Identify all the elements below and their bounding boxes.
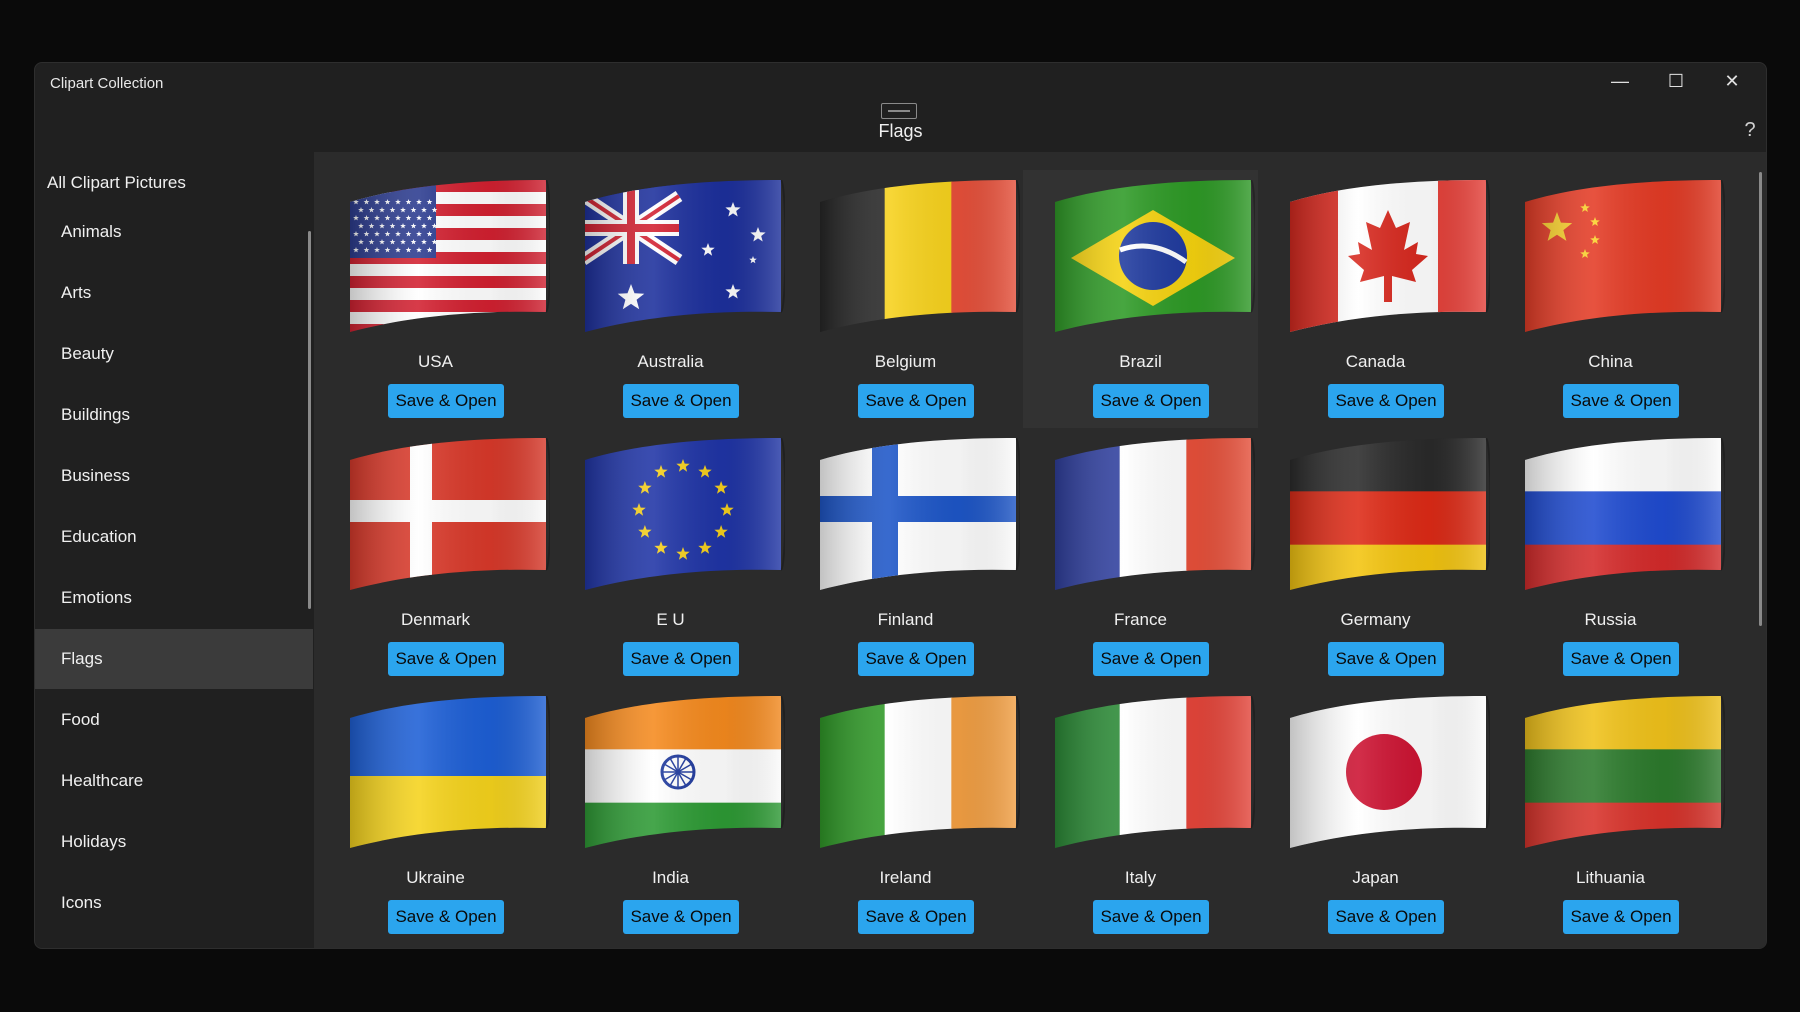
- flag-name: Russia: [1584, 610, 1637, 629]
- app-title: Clipart Collection: [50, 75, 164, 92]
- flag-name: Belgium: [874, 352, 937, 371]
- sidebar-item-education[interactable]: Education: [35, 507, 313, 567]
- japan-flag-icon[interactable]: [1288, 696, 1490, 852]
- help-button[interactable]: ?: [1740, 119, 1760, 143]
- flag-name: Germany: [1340, 610, 1411, 629]
- save-open-button[interactable]: Save & Open: [858, 642, 974, 676]
- save-open-button[interactable]: Save & Open: [1563, 384, 1679, 418]
- save-open-button[interactable]: Save & Open: [858, 384, 974, 418]
- sidebar-item-buildings[interactable]: Buildings: [35, 385, 313, 445]
- sidebar-item-emotions[interactable]: Emotions: [35, 568, 313, 628]
- save-open-button[interactable]: Save & Open: [1563, 642, 1679, 676]
- sidebar-item-animals[interactable]: Animals: [35, 202, 313, 262]
- sidebar-item-beauty[interactable]: Beauty: [35, 324, 313, 384]
- sidebar-item-holidays[interactable]: Holidays: [35, 812, 313, 872]
- russia-flag-icon[interactable]: [1523, 438, 1725, 594]
- flag-name: Brazil: [1119, 352, 1162, 371]
- flag-card[interactable]: Japan Save & Open: [1258, 686, 1493, 944]
- maximize-button[interactable]: ☐: [1648, 63, 1704, 99]
- flag-card[interactable]: Russia Save & Open: [1493, 428, 1728, 686]
- page-header: Flags ?: [35, 99, 1766, 155]
- drag-handle-icon[interactable]: [881, 103, 917, 119]
- flag-card[interactable]: Australia Save & Open: [553, 170, 788, 428]
- save-open-button[interactable]: Save & Open: [1328, 384, 1444, 418]
- sidebar-item-all-clipart[interactable]: All Clipart Pictures: [47, 173, 186, 193]
- sidebar-item-icons[interactable]: Icons: [35, 873, 313, 933]
- flag-card[interactable]: Ukraine Save & Open: [318, 686, 553, 944]
- india-flag-icon[interactable]: [583, 696, 785, 852]
- sidebar-item-business[interactable]: Business: [35, 446, 313, 506]
- sidebar-scrollbar[interactable]: [308, 231, 311, 609]
- ireland-flag-icon[interactable]: [818, 696, 1020, 852]
- flag-name: Finland: [877, 610, 934, 629]
- save-open-button[interactable]: Save & Open: [388, 900, 504, 934]
- flag-name: China: [1588, 352, 1633, 371]
- sidebar-item-food[interactable]: Food: [35, 690, 313, 750]
- save-open-button[interactable]: Save & Open: [1093, 900, 1209, 934]
- sidebar-item-flags[interactable]: Flags: [35, 629, 313, 689]
- denmark-flag-icon[interactable]: [348, 438, 550, 594]
- italy-flag-icon[interactable]: [1053, 696, 1255, 852]
- save-open-button[interactable]: Save & Open: [388, 384, 504, 418]
- ukraine-flag-icon[interactable]: [348, 696, 550, 852]
- flag-name: E U: [656, 610, 685, 629]
- flag-name: USA: [418, 352, 453, 371]
- flag-card[interactable]: Ireland Save & Open: [788, 686, 1023, 944]
- save-open-button[interactable]: Save & Open: [623, 900, 739, 934]
- save-open-button[interactable]: Save & Open: [1328, 642, 1444, 676]
- flag-card[interactable]: Brazil Save & Open: [1023, 170, 1258, 428]
- minimize-button[interactable]: —: [1592, 63, 1648, 99]
- flag-name: Canada: [1345, 352, 1406, 371]
- save-open-button[interactable]: Save & Open: [1093, 642, 1209, 676]
- belgium-flag-icon[interactable]: [818, 180, 1020, 336]
- page-title: Flags: [878, 121, 923, 141]
- canada-flag-icon[interactable]: [1288, 180, 1490, 336]
- flag-card[interactable]: Denmark Save & Open: [318, 428, 553, 686]
- flag-name: Italy: [1124, 868, 1157, 887]
- save-open-button[interactable]: Save & Open: [388, 642, 504, 676]
- flag-card[interactable]: Canada Save & Open: [1258, 170, 1493, 428]
- france-flag-icon[interactable]: [1053, 438, 1255, 594]
- close-button[interactable]: ✕: [1704, 63, 1760, 99]
- flag-card[interactable]: Italy Save & Open: [1023, 686, 1258, 944]
- australia-flag-icon[interactable]: [583, 180, 785, 336]
- eu-flag-icon[interactable]: [583, 438, 785, 594]
- sidebar: All Clipart Pictures Animals Arts Beauty Bu…: [35, 155, 313, 948]
- flag-name: Denmark: [401, 610, 470, 629]
- flag-name: Australia: [637, 352, 704, 371]
- sidebar-item-healthcare[interactable]: Healthcare: [35, 751, 313, 811]
- lithuania-flag-icon[interactable]: [1523, 696, 1725, 852]
- flag-name: Lithuania: [1575, 868, 1645, 887]
- flag-name: France: [1114, 610, 1167, 629]
- usa-flag-icon[interactable]: [348, 180, 550, 336]
- flag-name: India: [652, 868, 689, 887]
- app-window: Clipart Collection — ☐ ✕ Flags ? All Cli…: [34, 62, 1767, 949]
- flag-card[interactable]: Germany Save & Open: [1258, 428, 1493, 686]
- title-bar[interactable]: Clipart Collection — ☐ ✕: [35, 63, 1766, 99]
- flag-card[interactable]: India Save & Open: [553, 686, 788, 944]
- save-open-button[interactable]: Save & Open: [1093, 384, 1209, 418]
- flags-grid: USA Save & Open Australia Save & Open Be…: [314, 152, 1766, 948]
- flag-name: Japan: [1352, 868, 1399, 887]
- save-open-button[interactable]: Save & Open: [858, 900, 974, 934]
- flag-card[interactable]: E U Save & Open: [553, 428, 788, 686]
- flag-card[interactable]: France Save & Open: [1023, 428, 1258, 686]
- flag-card[interactable]: Finland Save & Open: [788, 428, 1023, 686]
- content-scrollbar[interactable]: [1759, 172, 1762, 626]
- brazil-flag-icon[interactable]: [1053, 180, 1255, 336]
- save-open-button[interactable]: Save & Open: [623, 384, 739, 418]
- china-flag-icon[interactable]: [1523, 180, 1725, 336]
- flag-card[interactable]: China Save & Open: [1493, 170, 1728, 428]
- flag-name: Ukraine: [406, 868, 465, 887]
- flag-card[interactable]: USA Save & Open: [318, 170, 553, 428]
- flag-card[interactable]: Belgium Save & Open: [788, 170, 1023, 428]
- save-open-button[interactable]: Save & Open: [1328, 900, 1444, 934]
- save-open-button[interactable]: Save & Open: [1563, 900, 1679, 934]
- flag-name: Ireland: [879, 868, 932, 887]
- germany-flag-icon[interactable]: [1288, 438, 1490, 594]
- flag-card[interactable]: Lithuania Save & Open: [1493, 686, 1728, 944]
- save-open-button[interactable]: Save & Open: [623, 642, 739, 676]
- finland-flag-icon[interactable]: [818, 438, 1020, 594]
- sidebar-item-arts[interactable]: Arts: [35, 263, 313, 323]
